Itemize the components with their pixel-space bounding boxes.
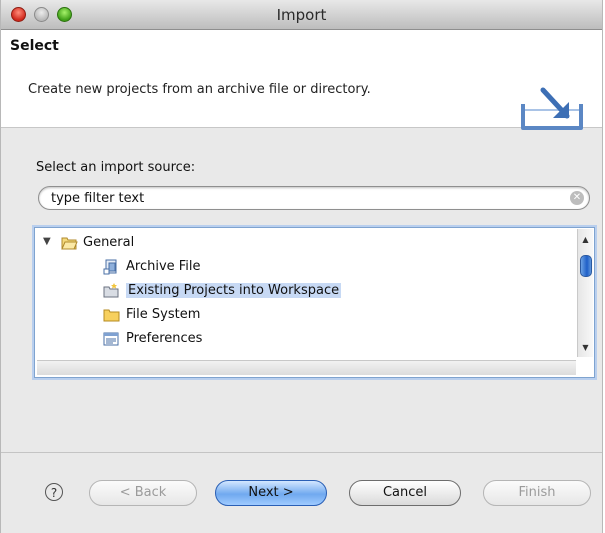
archive-file-icon <box>103 259 117 275</box>
tree-item-label: Existing Projects into Workspace <box>126 283 342 298</box>
cancel-button[interactable]: Cancel <box>349 480 461 506</box>
title-bar[interactable]: Import <box>1 0 602 30</box>
page-description: Create new projects from an archive file… <box>28 82 371 97</box>
import-wizard-icon <box>521 87 583 130</box>
next-button[interactable]: Next > <box>215 480 327 506</box>
help-button[interactable]: ? <box>45 483 63 501</box>
tree-item-file-system[interactable]: File System <box>35 304 577 326</box>
scrollbar-thumb[interactable] <box>580 255 592 277</box>
vertical-scrollbar[interactable]: ▲ ▼ <box>577 229 593 357</box>
page-title: Select <box>10 38 59 54</box>
back-button[interactable]: < Back <box>89 480 197 506</box>
filter-field[interactable]: ✕ <box>38 186 590 210</box>
clear-filter-icon[interactable]: ✕ <box>570 191 584 205</box>
button-bar-divider <box>1 452 602 453</box>
finish-button[interactable]: Finish <box>483 480 591 506</box>
folder-open-icon <box>61 237 78 250</box>
tree-item-archive-file[interactable]: Archive File <box>35 256 577 278</box>
wizard-header: Select Create new projects from an archi… <box>1 30 602 130</box>
import-source-tree[interactable]: ▼ General Archive File Existing Projects… <box>34 227 595 378</box>
expand-triangle-icon[interactable]: ▼ <box>43 236 51 247</box>
preferences-icon <box>103 332 119 346</box>
scroll-up-icon[interactable]: ▲ <box>578 234 593 246</box>
tree-item-label: Preferences <box>126 331 203 346</box>
filter-input[interactable] <box>51 190 551 206</box>
import-source-label: Select an import source: <box>36 160 196 175</box>
folder-icon <box>103 309 120 322</box>
scroll-down-icon[interactable]: ▼ <box>578 342 593 354</box>
tree-item-label: Archive File <box>126 259 201 274</box>
tree-item-general[interactable]: ▼ General <box>35 232 577 254</box>
tree-item-existing-projects[interactable]: Existing Projects into Workspace <box>35 280 577 302</box>
tree-item-preferences[interactable]: Preferences <box>35 328 577 350</box>
window-title: Import <box>276 6 327 24</box>
projects-icon <box>103 283 119 298</box>
tree-item-label: General <box>83 235 135 250</box>
import-dialog: Import Select Create new projects from a… <box>0 0 603 533</box>
horizontal-scrollbar[interactable] <box>37 360 576 375</box>
tree-item-label: File System <box>126 307 201 322</box>
